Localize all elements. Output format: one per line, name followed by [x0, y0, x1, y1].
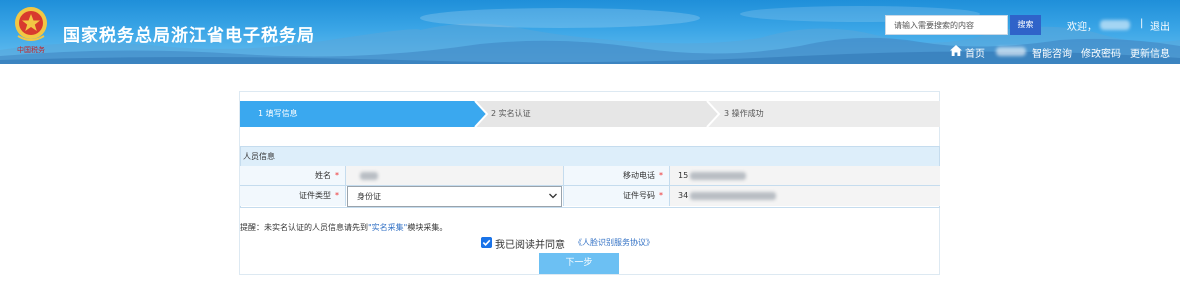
id-number-value-redacted — [690, 191, 777, 200]
header-separator: | — [1140, 18, 1144, 29]
nav-home-link[interactable]: 首页 — [965, 45, 985, 60]
site-header: 中国税务 国家税务总局浙江省电子税务局 搜索 欢迎， | 退出 首页 智能咨询 … — [0, 0, 1180, 64]
name-label: 姓名 — [315, 171, 331, 180]
reminder-prefix: 提醒：未实名认证的人员信息请先到 — [240, 223, 368, 232]
chevron-down-icon — [549, 193, 557, 199]
id-number-label-cell: 证件号码 * — [564, 186, 670, 206]
mobile-value-redacted — [690, 171, 747, 180]
required-mark: * — [335, 171, 339, 180]
section-title: 人员信息 — [240, 146, 940, 166]
home-icon[interactable] — [950, 45, 962, 56]
reminder-suffix: 模块采集。 — [407, 223, 448, 232]
mobile-label-cell: 移动电话 * — [564, 166, 670, 186]
id-type-selected-value: 身份证 — [357, 192, 381, 201]
step-progress-bar — [240, 101, 940, 127]
real-name-collection-link[interactable]: "实名采集" — [368, 223, 407, 232]
step-1-label: 1 填写信息 — [258, 109, 298, 118]
site-title: 国家税务总局浙江省电子税务局 — [63, 26, 315, 46]
agreement-text: 我已阅读并同意 — [495, 240, 565, 251]
search-input[interactable] — [885, 15, 1008, 35]
id-type-label-cell: 证件类型 * — [240, 186, 346, 206]
emblem-text: 中国税务 — [17, 45, 45, 54]
id-number-label: 证件号码 — [623, 191, 655, 200]
name-value-redacted — [360, 171, 378, 180]
reminder-text: 提醒：未实名认证的人员信息请先到"实名采集"模块采集。 — [240, 222, 447, 233]
welcome-text: 欢迎， — [1067, 22, 1097, 33]
id-number-value-cell: 34 — [670, 186, 940, 206]
id-type-label: 证件类型 — [299, 191, 331, 200]
nav-update-info-link[interactable]: 更新信息 — [1130, 45, 1170, 60]
emblem-icon: 中国税务 — [15, 7, 47, 54]
step-2-label: 2 实名认证 — [491, 109, 531, 118]
id-type-select[interactable]: 身份证 — [347, 186, 562, 207]
next-step-button[interactable]: 下一步 — [539, 253, 619, 274]
mobile-value-cell: 15 — [670, 166, 940, 186]
name-label-cell: 姓名 * — [240, 166, 346, 186]
mobile-label: 移动电话 — [623, 171, 655, 180]
id-number-prefix: 34 — [678, 191, 689, 200]
welcome-username-redacted — [1100, 20, 1130, 30]
search-button[interactable]: 搜索 — [1010, 15, 1041, 35]
nav-change-password-link[interactable]: 修改密码 — [1081, 45, 1121, 60]
name-value-cell — [346, 166, 564, 186]
face-recognition-agreement-link[interactable]: 《人脸识别服务协议》 — [574, 237, 654, 248]
logout-link[interactable]: 退出 — [1150, 18, 1170, 33]
nav-smart-consult-link[interactable]: 智能咨询 — [1032, 45, 1072, 60]
nav-item-redacted[interactable] — [996, 47, 1026, 56]
mobile-prefix: 15 — [678, 171, 689, 180]
required-mark: * — [335, 191, 339, 200]
required-mark: * — [659, 191, 663, 200]
checkbox-checked-icon[interactable] — [481, 237, 492, 248]
required-mark: * — [659, 171, 663, 180]
step-3-label: 3 操作成功 — [724, 109, 764, 118]
